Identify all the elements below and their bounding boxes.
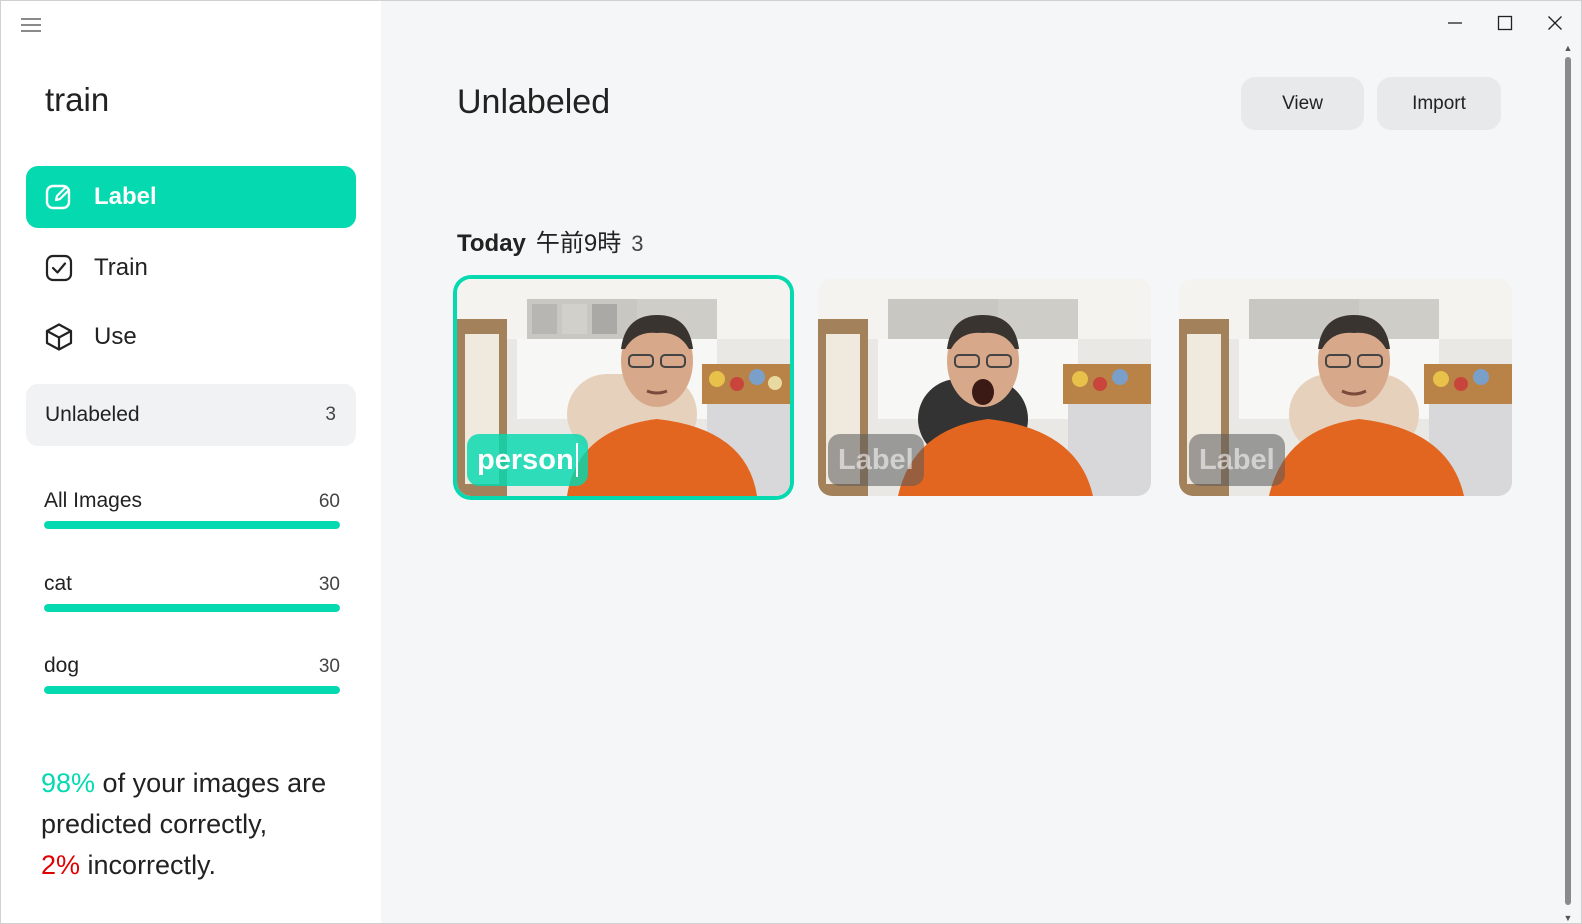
- page-title: Unlabeled: [457, 83, 611, 121]
- sidebar: train Label Train Use Unlabeled 3 All Im…: [1, 1, 381, 923]
- progress-fill: [44, 521, 340, 529]
- progress-fill: [44, 604, 340, 612]
- label-input[interactable]: person: [467, 434, 588, 486]
- unlabeled-count: 3: [325, 404, 336, 425]
- close-button[interactable]: [1532, 7, 1578, 39]
- import-button[interactable]: Import: [1377, 77, 1501, 130]
- edit-icon: [44, 182, 74, 212]
- incorrect-percent: 2%: [41, 850, 81, 880]
- label-input[interactable]: Label: [1189, 434, 1285, 486]
- incorrect-text: incorrectly.: [80, 850, 217, 880]
- text-caret: [575, 443, 578, 477]
- app-window: train Label Train Use Unlabeled 3 All Im…: [0, 0, 1582, 924]
- label-input-value: person: [477, 443, 574, 476]
- scrollbar-thumb[interactable]: [1565, 57, 1571, 905]
- app-title: train: [45, 81, 110, 118]
- unlabeled-label: Unlabeled: [45, 403, 140, 426]
- group-time: 午前9時: [535, 230, 622, 257]
- label-input-placeholder: Label: [838, 443, 914, 476]
- group-count: 3: [631, 231, 644, 256]
- accuracy-summary: 98% of your images are predicted correct…: [41, 763, 361, 886]
- category-label: cat: [44, 572, 73, 595]
- category-count: 30: [318, 574, 340, 595]
- group-header: Today 午前9時 3: [457, 223, 644, 258]
- nav-item-use-text: Use: [94, 323, 137, 350]
- image-thumbnail[interactable]: Label: [818, 279, 1151, 496]
- minimize-icon: [1448, 22, 1462, 24]
- nav-item-train[interactable]: Train: [26, 237, 356, 299]
- correct-percent: 98%: [41, 768, 96, 798]
- view-button[interactable]: View: [1241, 77, 1364, 130]
- cube-icon: [44, 322, 74, 352]
- image-thumbnail[interactable]: Label: [1179, 279, 1512, 496]
- close-icon: [1548, 16, 1562, 30]
- category-label: dog: [44, 654, 80, 677]
- label-input[interactable]: Label: [828, 434, 924, 486]
- category-progress-bar: [44, 686, 340, 694]
- hamburger-icon[interactable]: [19, 15, 43, 35]
- category-count: 30: [318, 656, 340, 677]
- nav-item-label[interactable]: Label: [26, 166, 356, 228]
- category-progress-bar: [44, 521, 340, 529]
- category-count: 60: [318, 491, 340, 512]
- category-all-images[interactable]: All Images 60: [44, 489, 340, 529]
- minimize-button[interactable]: [1432, 7, 1478, 39]
- vertical-scrollbar[interactable]: ▲ ▼: [1561, 43, 1575, 923]
- scroll-down-icon[interactable]: ▼: [1563, 913, 1573, 923]
- label-input-placeholder: Label: [1199, 443, 1275, 476]
- progress-fill: [44, 686, 340, 694]
- category-label: All Images: [44, 489, 143, 512]
- nav-item-train-text: Train: [94, 254, 148, 281]
- sidebar-item-unlabeled[interactable]: Unlabeled 3: [26, 384, 356, 446]
- group-date: Today: [457, 230, 526, 257]
- maximize-button[interactable]: [1482, 7, 1528, 39]
- category-dog[interactable]: dog 30: [44, 654, 340, 694]
- category-progress-bar: [44, 604, 340, 612]
- checkbox-icon: [44, 253, 74, 283]
- image-thumbnail[interactable]: person: [457, 279, 790, 496]
- nav-item-use[interactable]: Use: [26, 306, 356, 368]
- maximize-icon: [1497, 15, 1513, 31]
- scroll-up-icon[interactable]: ▲: [1563, 43, 1573, 53]
- category-cat[interactable]: cat 30: [44, 572, 340, 612]
- nav-item-label-text: Label: [94, 183, 157, 210]
